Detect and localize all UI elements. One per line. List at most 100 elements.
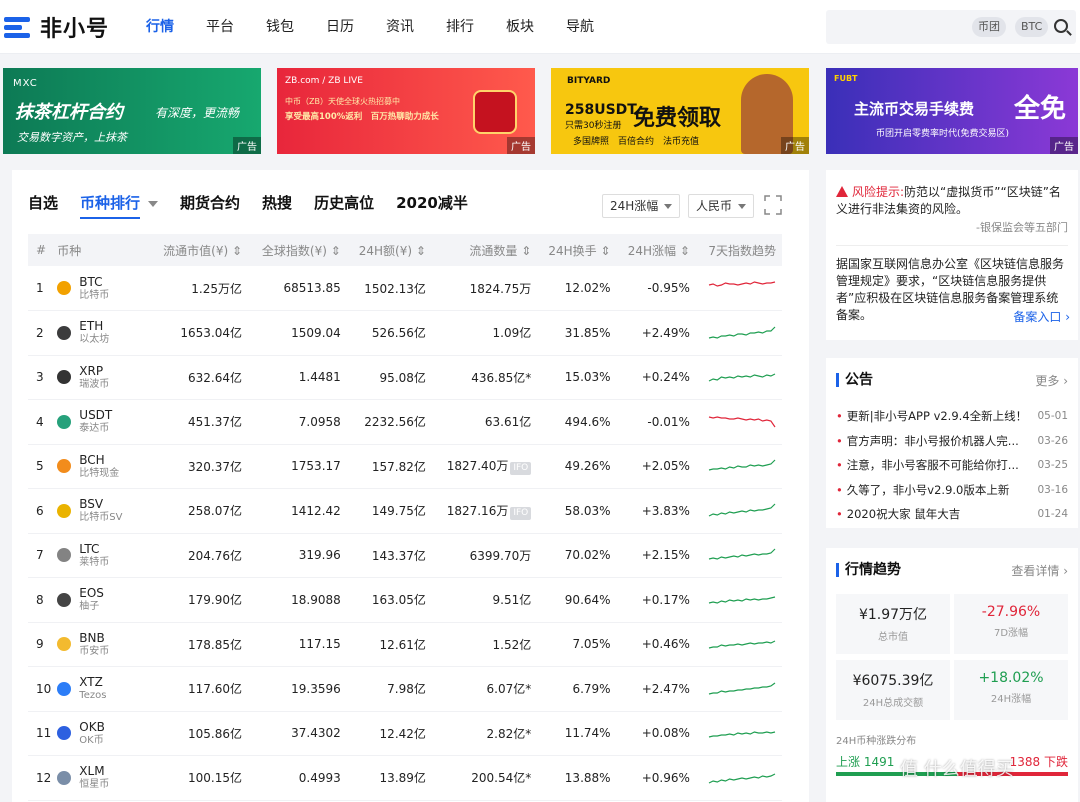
coin-cell[interactable]: USDT 泰达币 xyxy=(57,399,150,445)
table-row[interactable]: 5 BCH 比特现金 320.37亿 1753.17 157.82亿 1827.40万 IFO… xyxy=(28,444,782,489)
global-index: 1412.42 xyxy=(248,488,347,534)
coin-symbol: BSV xyxy=(79,497,104,512)
banner-zb[interactable]: ZB.com / ZB LIVE 中币（ZB）天使全球火热招募中 享受最高100… xyxy=(277,68,535,154)
coin-cell[interactable]: ETH 以太坊 xyxy=(57,310,150,356)
nav-sectors[interactable]: 板块 xyxy=(490,0,550,54)
table-row[interactable]: 2 ETH 以太坊 1653.04亿 1509.04 526.56亿 1.09亿 31.85%… xyxy=(28,310,782,356)
main-nav: 行情 平台 钱包 日历 资讯 排行 板块 导航 xyxy=(130,0,610,54)
coin-cell[interactable]: XRP 瑞波币 xyxy=(57,355,150,400)
trend-details-link[interactable]: 查看详情 › xyxy=(1011,562,1068,579)
rank: 10 xyxy=(28,666,58,712)
global-index: 0.4993 xyxy=(248,755,347,801)
nav-platform[interactable]: 平台 xyxy=(190,0,250,54)
nav-wallet[interactable]: 钱包 xyxy=(250,0,310,54)
nav-calendar[interactable]: 日历 xyxy=(310,0,370,54)
table-row[interactable]: 1 BTC 比特币 1.25万亿 68513.85 1502.13亿 1824.75万 12.… xyxy=(28,266,782,311)
coin-symbol: BCH xyxy=(79,452,105,467)
announcement-more-link[interactable]: 更多 › xyxy=(1035,372,1068,389)
list-item[interactable]: 注意，非小号客服不可能给你打... 03-25 xyxy=(836,453,1068,478)
nav-navigation[interactable]: 导航 xyxy=(550,0,610,54)
sparkline xyxy=(708,682,776,695)
banner-title: 主流币交易手续费 xyxy=(854,100,975,118)
logo-mark-icon xyxy=(4,14,34,40)
announcement-text: 久等了，非小号v2.9.0版本上新 xyxy=(836,478,1010,503)
list-item[interactable]: 久等了，非小号v2.9.0版本上新 03-16 xyxy=(836,478,1068,503)
sparkline xyxy=(708,731,776,738)
table-row[interactable]: 11 OKB OK币 105.86亿 37.4302 12.42亿 2.82亿* 11.74%… xyxy=(28,711,782,756)
supply: 6.07亿* xyxy=(486,682,532,697)
search-tag-btc[interactable]: BTC xyxy=(1015,17,1049,37)
change-24h: +2.49% xyxy=(616,310,696,356)
search-tag-bituan[interactable]: 币团 xyxy=(972,17,1006,37)
col-24h-change-label: 24H涨幅 xyxy=(627,243,676,258)
trend-title: 行情趋势 xyxy=(836,563,901,577)
currency-select[interactable]: 人民币 xyxy=(688,194,754,218)
coin-cell[interactable]: OKB OK币 xyxy=(57,711,150,756)
turnover: 31.85% xyxy=(537,310,617,356)
tab-halving-2020[interactable]: 2020减半 xyxy=(396,192,468,213)
tab-futures[interactable]: 期货合约 xyxy=(180,192,240,213)
change-period-select[interactable]: 24H涨幅 xyxy=(602,194,680,218)
supply-cell: 1827.16万 IFO xyxy=(431,488,538,534)
expand-icon[interactable] xyxy=(764,195,782,215)
coin-cell[interactable]: BSV 比特币SV xyxy=(57,488,150,534)
market-cap: 105.86亿 xyxy=(149,711,249,756)
tab-hot-search[interactable]: 热搜 xyxy=(262,192,292,213)
col-turnover[interactable]: 24H换手 ⇕ xyxy=(537,234,617,266)
col-24h-volume[interactable]: 24H额(¥) ⇕ xyxy=(346,234,432,266)
supply-cell: 1.09亿 xyxy=(431,310,538,356)
site-logo[interactable]: 非小号 xyxy=(4,12,109,42)
list-item[interactable]: 官方声明：非小号报价机器人完... 03-26 xyxy=(836,429,1068,454)
nav-news[interactable]: 资讯 xyxy=(370,0,430,54)
search-input[interactable]: 币团 BTC xyxy=(826,10,1076,44)
coin-cell[interactable]: XLM 恒星币 xyxy=(57,755,150,801)
coin-cell[interactable]: BTC 比特币 xyxy=(57,266,150,311)
col-supply[interactable]: 流通数量 ⇕ xyxy=(431,234,538,266)
tab-coin-ranking[interactable]: 币种排行 xyxy=(80,192,159,219)
coin-logo-icon xyxy=(57,503,72,518)
table-row[interactable]: 12 XLM 恒星币 100.15亿 0.4993 13.89亿 200.54亿* 13.88… xyxy=(28,755,782,801)
banner-fubt[interactable]: FUBT 主流币交易手续费 全免 币团开启零费率时代(免费交易区) 广告 xyxy=(826,68,1078,154)
list-item[interactable]: 2020祝大家 鼠年大吉 01-24 xyxy=(836,502,1068,527)
coin-cell[interactable]: XTZ Tezos xyxy=(57,666,150,712)
rank: 7 xyxy=(28,533,58,578)
distribution-title: 24H币种涨跌分布 xyxy=(836,736,917,747)
table-row[interactable]: 6 BSV 比特币SV 258.07亿 1412.42 149.75亿 1827.16万 IF… xyxy=(28,488,782,534)
col-market-cap[interactable]: 流通市值(¥) ⇕ xyxy=(149,234,249,266)
coin-cell[interactable]: BNB 币安币 xyxy=(57,622,150,667)
turnover: 13.88% xyxy=(537,755,617,801)
change-24h: +0.24% xyxy=(616,355,696,400)
stat-24h-volume: ¥6075.39亿 24H总成交额 xyxy=(836,660,950,720)
col-24h-change[interactable]: 24H涨幅 ⇕ xyxy=(616,234,696,266)
global-index: 68513.85 xyxy=(248,266,347,311)
table-row[interactable]: 7 LTC 莱特币 204.76亿 319.96 143.37亿 6399.70万 70.02… xyxy=(28,533,782,578)
filing-link[interactable]: 备案入口 › xyxy=(1013,309,1070,326)
tab-all-time-high[interactable]: 历史高位 xyxy=(314,192,374,213)
table-row[interactable]: 10 XTZ Tezos 117.60亿 19.3596 7.98亿 6.07亿* 6.79%… xyxy=(28,666,782,712)
rank: 3 xyxy=(28,355,58,400)
market-cap: 451.37亿 xyxy=(149,399,249,445)
search-icon[interactable] xyxy=(1054,19,1068,33)
nav-market[interactable]: 行情 xyxy=(130,0,190,54)
table-row[interactable]: 8 EOS 柚子 179.90亿 18.9088 163.05亿 9.51亿 90.64% +0… xyxy=(28,577,782,623)
tab-watchlist[interactable]: 自选 xyxy=(28,192,58,213)
table-row[interactable]: 4 USDT 泰达币 451.37亿 7.0958 2232.56亿 63.61亿 494.6… xyxy=(28,399,782,445)
ifo-badge: IFO xyxy=(510,506,532,520)
coin-cell[interactable]: EOS 柚子 xyxy=(57,577,150,623)
sparkline xyxy=(708,773,776,784)
banner-bityard[interactable]: BITYARD 258USDT 只需30秒注册 免费领取 多国牌照 百倍合约 法… xyxy=(551,68,809,154)
coin-cell[interactable]: BCH 比特现金 xyxy=(57,444,150,489)
banner-mxc[interactable]: MXC 抹茶杠杆合约 有深度，更流畅 交易数字资产，上抹茶 广告 xyxy=(3,68,261,154)
sparkline xyxy=(708,503,776,517)
nav-ranking[interactable]: 排行 xyxy=(430,0,490,54)
col-global-index[interactable]: 全球指数(¥) ⇕ xyxy=(248,234,347,266)
supply-cell: 1827.40万 IFO xyxy=(431,444,538,489)
table-row[interactable]: 9 BNB 币安币 178.85亿 117.15 12.61亿 1.52亿 7.05% +0.4… xyxy=(28,622,782,667)
table-row[interactable]: 3 XRP 瑞波币 632.64亿 1.4481 95.08亿 436.85亿* 15.03%… xyxy=(28,355,782,400)
coin-cell[interactable]: LTC 莱特币 xyxy=(57,533,150,578)
sparkline xyxy=(708,548,776,560)
list-item[interactable]: 更新|非小号APP v2.9.4全新上线！ 05-01 xyxy=(836,404,1068,429)
supply-cell: 2.82亿* xyxy=(431,711,538,756)
global-index: 1509.04 xyxy=(248,310,347,356)
turnover: 90.64% xyxy=(537,577,617,623)
